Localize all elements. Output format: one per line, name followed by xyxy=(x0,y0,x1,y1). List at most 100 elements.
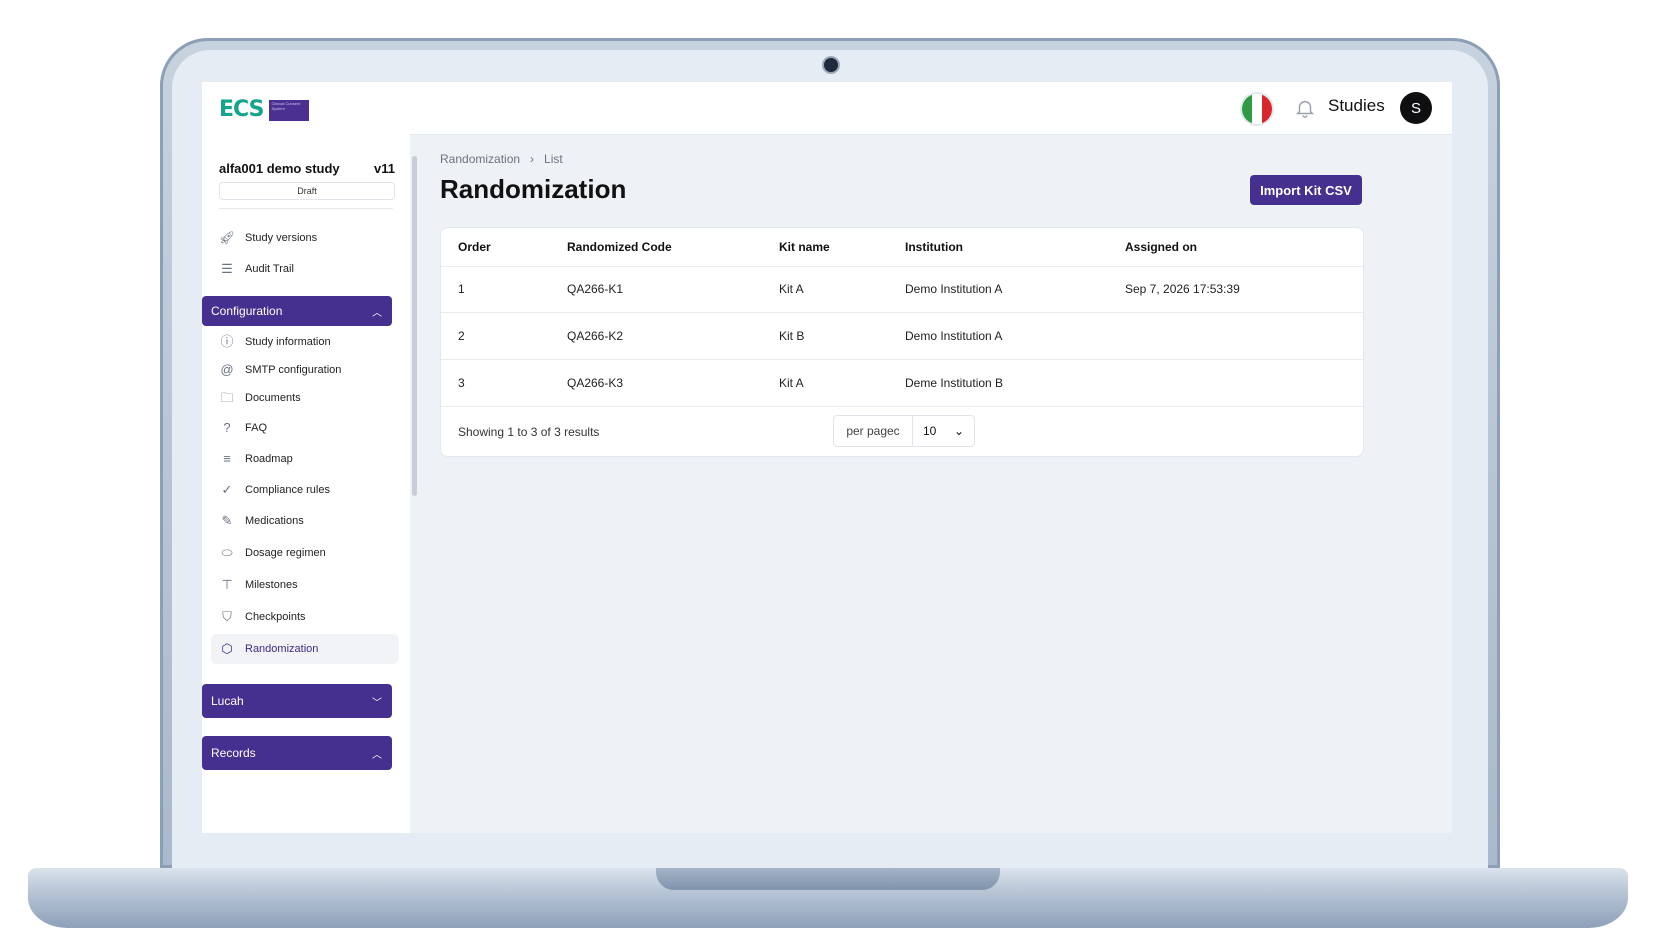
sidebar-item-randomization[interactable]: ⬡ Randomization xyxy=(211,634,399,664)
status-badge: Draft xyxy=(219,182,395,200)
sidebar-item-compliance-rules[interactable]: ✓ Compliance rules xyxy=(211,477,399,503)
sidebar-item-study-versions[interactable]: 🚀︎ Study versions xyxy=(211,225,399,251)
section-lucah[interactable]: Lucah ﹀ xyxy=(202,684,392,718)
scrollbar-thumb[interactable] xyxy=(412,156,417,496)
page-title: Randomization xyxy=(440,174,627,204)
list-icon: ☰ xyxy=(221,261,233,276)
badge-check-icon: ✓ xyxy=(221,482,233,497)
sidebar-item-label: Compliance rules xyxy=(245,484,330,496)
sidebar-item-label: Study versions xyxy=(245,232,318,244)
sidebar-item-label: Documents xyxy=(245,392,301,404)
breadcrumb-randomization[interactable]: Randomization xyxy=(440,152,520,166)
table-row[interactable]: 1 QA266-K1 Kit A Demo Institution A Sep … xyxy=(441,266,1363,313)
cell-order: 3 xyxy=(458,376,465,390)
header-assigned-on: Assigned on xyxy=(1125,240,1198,254)
section-label: Records xyxy=(211,746,256,760)
sidebar-item-checkpoints[interactable]: ⛉ Checkpoints xyxy=(211,604,399,630)
sidebar-item-study-information[interactable]: ⓘ Study information xyxy=(211,329,399,355)
sidebar-item-milestones[interactable]: ⊤ Milestones xyxy=(211,572,399,598)
bell-icon[interactable] xyxy=(1294,96,1316,120)
chevron-right-icon: › xyxy=(530,152,535,166)
pill-icon: ⬭ xyxy=(221,545,233,560)
study-name: alfa001 demo study xyxy=(219,161,340,176)
camera xyxy=(824,58,838,72)
roadmap-icon: ≡ xyxy=(223,451,231,466)
cell-order: 2 xyxy=(458,329,465,343)
table-row[interactable]: 2 QA266-K2 Kit B Demo Institution A xyxy=(441,313,1363,360)
question-icon: ? xyxy=(223,420,231,435)
cell-institution: Demo Institution A xyxy=(905,282,1003,296)
per-page-label: per pagec xyxy=(834,416,913,446)
header-order: Order xyxy=(458,240,491,254)
sidebar-item-roadmap[interactable]: ≡ Roadmap xyxy=(211,446,399,472)
syringe-icon: ✎ xyxy=(221,513,233,528)
chevron-up-icon: ︿ xyxy=(372,307,382,319)
sidebar-item-smtp-configuration[interactable]: @ SMTP configuration xyxy=(211,357,399,383)
per-page-number: 10 xyxy=(923,424,937,438)
logo-subtitle: Clinical Consent System xyxy=(269,99,310,121)
divider xyxy=(219,208,393,209)
sidebar-item-label: SMTP configuration xyxy=(245,364,342,376)
bookmark-icon: ⛉ xyxy=(222,609,232,624)
results-summary: Showing 1 to 3 of 3 results xyxy=(458,425,600,439)
cell-kit: Kit A xyxy=(779,376,804,390)
section-configuration[interactable]: Configuration ︿ xyxy=(202,296,392,326)
header-kit-name: Kit name xyxy=(779,240,830,254)
sidebar-item-medications[interactable]: ✎ Medications xyxy=(211,508,399,534)
sidebar-scrollbar[interactable] xyxy=(410,144,418,774)
sidebar-item-audit-trail[interactable]: ☰ Audit Trail xyxy=(211,256,399,282)
randomization-table: Order Randomized Code Kit name Instituti… xyxy=(440,227,1364,457)
chevron-down-icon: ⌄ xyxy=(953,424,964,438)
header-randomized-code: Randomized Code xyxy=(567,240,672,254)
cell-assigned-on: Sep 7, 2026 17:53:39 xyxy=(1125,282,1240,296)
cell-order: 1 xyxy=(458,282,465,296)
cell-code: QA266-K1 xyxy=(567,282,624,296)
chevron-up-icon: ︿ xyxy=(372,749,382,761)
sidebar-item-label: Milestones xyxy=(245,579,298,591)
import-kit-csv-button[interactable]: Import Kit CSV xyxy=(1250,175,1362,205)
table-footer: Showing 1 to 3 of 3 results per pagec 10… xyxy=(441,407,1363,456)
app-logo[interactable]: ECS Clinical Consent System xyxy=(219,97,310,122)
section-label: Configuration xyxy=(211,304,283,318)
per-page-value[interactable]: 10 ⌄ xyxy=(913,416,974,446)
breadcrumb-list: List xyxy=(544,152,563,166)
sidebar-item-dosage-regimen[interactable]: ⬭ Dosage regimen xyxy=(211,540,399,566)
sidebar-item-label: Checkpoints xyxy=(245,611,306,623)
signpost-icon: ⊤ xyxy=(221,577,233,592)
section-records[interactable]: Records ︿ xyxy=(202,736,392,770)
studies-link[interactable]: Studies xyxy=(1328,96,1385,116)
cube-icon: ⬡ xyxy=(221,641,233,656)
sidebar-item-label: Study information xyxy=(245,336,331,348)
study-version: v11 xyxy=(374,161,395,176)
sidebar-item-documents[interactable]: 🗀 Documents xyxy=(211,385,399,411)
cell-institution: Deme Institution B xyxy=(905,376,1004,390)
per-page-select[interactable]: per pagec 10 ⌄ xyxy=(833,415,975,447)
breadcrumb: Randomization › List xyxy=(440,152,563,166)
table-row[interactable]: 3 QA266-K3 Kit A Deme Institution B xyxy=(441,360,1363,407)
sidebar-item-label: Roadmap xyxy=(245,453,293,465)
top-bar: ECS Clinical Consent System Studies S xyxy=(202,82,1452,135)
section-label: Lucah xyxy=(211,694,244,708)
chevron-down-icon: ﹀ xyxy=(372,697,382,709)
sidebar: alfa001 demo study v11 Draft 🚀︎ Study ve… xyxy=(202,134,410,833)
cell-kit: Kit B xyxy=(779,329,805,343)
sidebar-item-label: Audit Trail xyxy=(245,263,294,275)
sidebar-item-label: Randomization xyxy=(245,643,319,655)
cell-kit: Kit A xyxy=(779,282,804,296)
cell-institution: Demo Institution A xyxy=(905,329,1003,343)
app-screen: ECS Clinical Consent System Studies S al… xyxy=(202,82,1452,833)
cell-code: QA266-K3 xyxy=(567,376,624,390)
header-institution: Institution xyxy=(905,240,963,254)
sidebar-item-faq[interactable]: ? FAQ xyxy=(211,415,399,441)
at-icon: @ xyxy=(220,362,234,377)
avatar[interactable]: S xyxy=(1400,92,1432,124)
language-flag-icon[interactable] xyxy=(1242,94,1272,124)
laptop-notch xyxy=(656,868,1000,890)
rocket-icon: 🚀︎ xyxy=(218,230,236,245)
sidebar-item-label: FAQ xyxy=(245,422,268,434)
sidebar-item-label: Dosage regimen xyxy=(245,547,326,559)
sidebar-item-label: Medications xyxy=(245,515,304,527)
logo-text: ECS xyxy=(219,97,264,122)
cell-code: QA266-K2 xyxy=(567,329,624,343)
folder-icon: 🗀 xyxy=(220,390,234,405)
